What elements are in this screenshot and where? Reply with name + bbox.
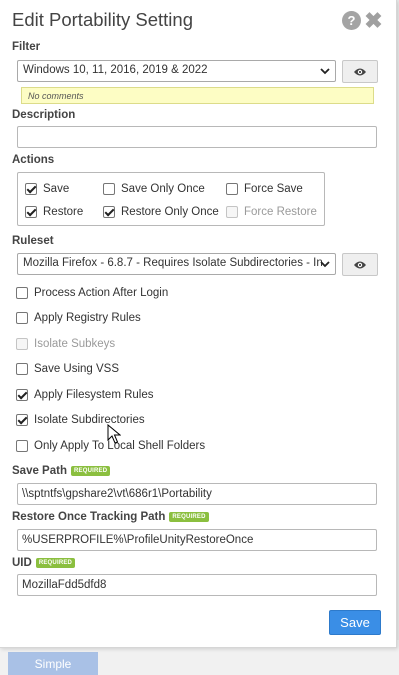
required-badge: REQUIRED — [169, 511, 209, 522]
filter-comment: No comments — [21, 87, 374, 104]
chevron-down-icon — [320, 68, 330, 75]
option-label: Isolate Subkeys — [34, 338, 116, 350]
option-process-action-after-login[interactable]: Process Action After Login — [16, 287, 168, 299]
option-isolate-subdirectories[interactable]: Isolate Subdirectories — [16, 414, 145, 426]
save-path-input[interactable]: \\sptntfs\gpshare2\vt\686r1\Portability — [17, 483, 377, 505]
ruleset-select-value: Mozilla Firefox - 6.8.7 - Requires Isola… — [23, 257, 323, 269]
actions-group: Save Save Only Once Force Save Restore R… — [17, 172, 325, 226]
option-isolate-subkeys: Isolate Subkeys — [16, 338, 115, 350]
description-input[interactable] — [17, 126, 377, 148]
apply-registry-rules-checkbox[interactable] — [16, 312, 28, 324]
save-checkbox[interactable] — [25, 183, 37, 195]
option-apply-registry-rules[interactable]: Apply Registry Rules — [16, 312, 141, 324]
action-restore[interactable]: Restore — [25, 206, 83, 218]
filter-label: Filter — [12, 41, 41, 53]
action-save[interactable]: Save — [25, 183, 69, 195]
action-save-only-once[interactable]: Save Only Once — [103, 183, 205, 195]
restore-once-tracking-path-input[interactable]: %USERPROFILE%\ProfileUnityRestoreOnce — [17, 529, 377, 551]
question-circle-icon[interactable]: ? — [342, 11, 361, 30]
save-only-once-checkbox[interactable] — [103, 183, 115, 195]
filter-select-value: Windows 10, 11, 2016, 2019 & 2022 — [23, 64, 208, 76]
ruleset-view-button[interactable] — [342, 253, 378, 276]
eye-icon — [354, 261, 366, 268]
background-tab-simple[interactable]: Simple — [8, 652, 98, 675]
close-icon[interactable]: ✖ — [364, 8, 383, 33]
action-save-only-once-label: Save Only Once — [121, 183, 205, 195]
restore-checkbox[interactable] — [25, 206, 37, 218]
action-restore-only-once[interactable]: Restore Only Once — [103, 206, 219, 218]
save-path-label: Save Path REQUIRED — [12, 465, 111, 477]
actions-label: Actions — [12, 154, 55, 166]
chevron-down-icon — [320, 261, 330, 268]
mouse-pointer-icon — [107, 424, 121, 444]
eye-icon — [354, 68, 366, 75]
force-restore-checkbox — [226, 206, 238, 218]
option-apply-filesystem-rules[interactable]: Apply Filesystem Rules — [16, 389, 154, 401]
force-save-checkbox[interactable] — [226, 183, 238, 195]
action-force-save-label: Force Save — [244, 183, 303, 195]
option-label: Apply Registry Rules — [34, 312, 141, 324]
uid-input[interactable]: MozillaFdd5dfd8 — [17, 574, 377, 596]
action-force-save[interactable]: Force Save — [226, 183, 303, 195]
filter-view-button[interactable] — [342, 60, 378, 83]
action-save-label: Save — [43, 183, 70, 195]
process-action-after-login-checkbox[interactable] — [16, 287, 28, 299]
action-force-restore-label: Force Restore — [244, 206, 317, 218]
ruleset-label: Ruleset — [12, 235, 54, 247]
action-restore-only-once-label: Restore Only Once — [121, 206, 219, 218]
restore-only-once-checkbox[interactable] — [103, 206, 115, 218]
ruleset-select[interactable]: Mozilla Firefox - 6.8.7 - Requires Isola… — [17, 253, 336, 275]
save-button[interactable]: Save — [329, 610, 381, 635]
uid-label: UID REQUIRED — [12, 557, 76, 569]
isolate-subdirectories-checkbox[interactable] — [16, 414, 28, 426]
action-restore-label: Restore — [43, 206, 84, 218]
option-label: Apply Filesystem Rules — [34, 389, 154, 401]
required-badge: REQUIRED — [70, 465, 111, 476]
required-badge: REQUIRED — [35, 557, 76, 568]
dialog-title: Edit Portability Setting — [12, 9, 193, 30]
isolate-subkeys-checkbox — [16, 338, 28, 350]
uid-label-text: UID — [12, 557, 32, 569]
option-label: Process Action After Login — [34, 287, 169, 299]
edit-portability-dialog: Edit Portability Setting ? ✖ Filter Wind… — [0, 0, 397, 648]
restore-once-tracking-path-label: Restore Once Tracking Path REQUIRED — [12, 511, 209, 523]
save-path-label-text: Save Path — [12, 465, 67, 477]
restore-once-label-text: Restore Once Tracking Path — [12, 511, 166, 523]
description-label: Description — [12, 109, 76, 121]
apply-filesystem-rules-checkbox[interactable] — [16, 389, 28, 401]
option-label: Save Using VSS — [34, 363, 120, 375]
option-save-using-vss[interactable]: Save Using VSS — [16, 363, 119, 375]
action-force-restore: Force Restore — [226, 206, 317, 218]
filter-select[interactable]: Windows 10, 11, 2016, 2019 & 2022 — [17, 60, 336, 82]
only-apply-local-shell-folders-checkbox[interactable] — [16, 440, 28, 452]
save-using-vss-checkbox[interactable] — [16, 363, 28, 375]
option-label: Isolate Subdirectories — [34, 414, 145, 426]
